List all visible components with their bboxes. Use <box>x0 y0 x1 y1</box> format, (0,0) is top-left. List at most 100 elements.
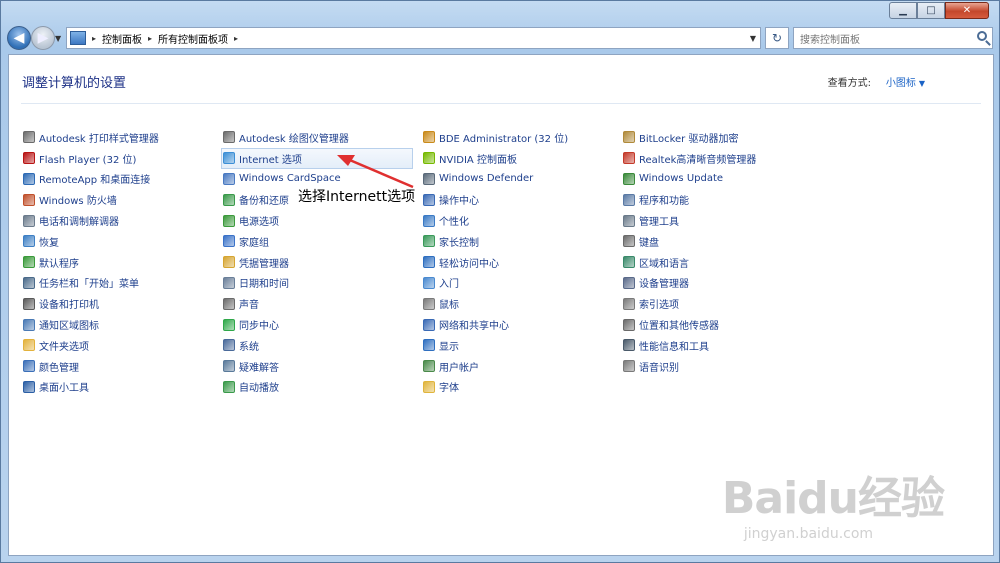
control-panel-item-label: 语音识别 <box>639 362 679 374</box>
control-panel-item[interactable]: 自动播放 <box>223 377 413 398</box>
control-panel-item-label: 备份和还原 <box>239 196 289 208</box>
items-column-4: BitLocker 驱动器加密 Realtek高清晰音频管理器 Windows Up… <box>623 127 756 377</box>
system-icon <box>223 339 235 352</box>
chevron-down-icon[interactable]: ▼ <box>919 79 925 88</box>
notification-icon <box>23 318 35 331</box>
control-panel-item[interactable]: BDE Administrator (32 位) <box>423 127 568 148</box>
control-panel-item-label: 同步中心 <box>239 321 279 333</box>
control-panel-item-label: 显示 <box>439 341 459 353</box>
control-panel-item[interactable]: 管理工具 <box>623 210 756 231</box>
control-panel-item[interactable]: 键盘 <box>623 231 756 252</box>
control-panel-item[interactable]: NVIDIA 控制面板 <box>423 148 568 169</box>
control-panel-item[interactable]: Flash Player (32 位) <box>23 148 159 169</box>
watermark-url: jingyan.baidu.com <box>743 526 874 542</box>
control-panel-item-label: 索引选项 <box>639 300 679 312</box>
view-by-value[interactable]: 小图标 <box>886 78 916 89</box>
indexing-icon <box>623 297 635 310</box>
credential-icon <box>223 256 235 269</box>
breadcrumb-separator[interactable]: ▸ <box>148 34 152 43</box>
control-panel-item[interactable]: 疑难解答 <box>223 356 413 377</box>
control-panel-item[interactable]: 文件夹选项 <box>23 335 159 356</box>
address-dropdown-icon[interactable]: ▼ <box>750 34 756 43</box>
breadcrumb-all-items[interactable]: 所有控制面板项 <box>158 31 228 46</box>
control-panel-item[interactable]: Autodesk 打印样式管理器 <box>23 127 159 148</box>
control-panel-item[interactable]: 日期和时间 <box>223 273 413 294</box>
recent-pages-dropdown[interactable]: ▼ <box>55 34 61 43</box>
address-bar[interactable]: ▸ 控制面板 ▸ 所有控制面板项 ▸ ▼ <box>66 27 761 49</box>
control-panel-item[interactable]: 任务栏和「开始」菜单 <box>23 273 159 294</box>
control-panel-item[interactable]: 设备管理器 <box>623 273 756 294</box>
control-panel-item-label: 轻松访问中心 <box>439 258 499 270</box>
control-panel-item[interactable]: 语音识别 <box>623 356 756 377</box>
control-panel-item[interactable]: 同步中心 <box>223 314 413 335</box>
control-panel-item[interactable]: 区域和语言 <box>623 252 756 273</box>
control-panel-item[interactable]: 位置和其他传感器 <box>623 314 756 335</box>
control-panel-item-label: 恢复 <box>39 237 59 249</box>
control-panel-item[interactable]: 家长控制 <box>423 231 568 252</box>
control-panel-item-label: 自动播放 <box>239 383 279 395</box>
control-panel-item[interactable]: 索引选项 <box>623 293 756 314</box>
control-panel-item[interactable]: RemoteApp 和桌面连接 <box>23 169 159 190</box>
control-panel-item[interactable]: 通知区域图标 <box>23 314 159 335</box>
page-title: 调整计算机的设置 <box>22 76 127 91</box>
control-panel-item[interactable]: 用户帐户 <box>423 356 568 377</box>
control-panel-item[interactable]: 设备和打印机 <box>23 293 159 314</box>
control-panel-item[interactable]: Autodesk 绘图仪管理器 <box>223 127 413 148</box>
control-panel-item-label: NVIDIA 控制面板 <box>439 154 517 166</box>
breadcrumb-separator[interactable]: ▸ <box>234 34 238 43</box>
control-panel-item[interactable]: 家庭组 <box>223 231 413 252</box>
control-panel-item[interactable]: 电源选项 <box>223 210 413 231</box>
control-panel-item[interactable]: 默认程序 <box>23 252 159 273</box>
control-panel-item[interactable]: 字体 <box>423 377 568 398</box>
control-panel-item[interactable]: 电话和调制解调器 <box>23 210 159 231</box>
control-panel-item[interactable]: 操作中心 <box>423 189 568 210</box>
defender-icon <box>423 172 435 185</box>
control-panel-item[interactable]: 个性化 <box>423 210 568 231</box>
control-panel-item[interactable]: 桌面小工具 <box>23 377 159 398</box>
fonts-icon <box>423 380 435 393</box>
refresh-button[interactable]: ↻ <box>765 27 789 49</box>
control-panel-item[interactable]: 声音 <box>223 293 413 314</box>
sync-icon <box>223 318 235 331</box>
breadcrumb-separator[interactable]: ▸ <box>92 34 96 43</box>
control-panel-item[interactable]: 显示 <box>423 335 568 356</box>
control-panel-item[interactable]: 入门 <box>423 273 568 294</box>
search-box[interactable] <box>793 27 993 51</box>
control-panel-item-label: 系统 <box>239 341 259 353</box>
search-input[interactable] <box>798 30 972 51</box>
control-panel-item[interactable]: BitLocker 驱动器加密 <box>623 127 756 148</box>
control-panel-item[interactable]: Realtek高清晰音频管理器 <box>623 148 756 169</box>
back-button[interactable]: ◀ <box>7 26 31 50</box>
backup-icon <box>223 193 235 206</box>
forward-button[interactable]: ▶ <box>31 26 55 50</box>
control-panel-item[interactable]: 凭据管理器 <box>223 252 413 273</box>
navigation-bar: ◀ ▶ ▼ ▸ 控制面板 ▸ 所有控制面板项 ▸ ▼ ↻ <box>1 25 1000 53</box>
view-by-dropdown[interactable]: 小图标 ▼ <box>886 74 925 89</box>
minimize-button[interactable]: ▁ <box>889 2 917 19</box>
control-panel-item[interactable]: 程序和功能 <box>623 189 756 210</box>
clock-icon <box>223 276 235 289</box>
maximize-button[interactable]: □ <box>917 2 945 19</box>
control-panel-item[interactable]: Windows Update <box>623 169 756 190</box>
programs-icon <box>623 193 635 206</box>
control-panel-item[interactable]: 轻松访问中心 <box>423 252 568 273</box>
control-panel-item[interactable]: 网络和共享中心 <box>423 314 568 335</box>
control-panel-item[interactable]: 颜色管理 <box>23 356 159 377</box>
location-icon <box>623 318 635 331</box>
control-panel-item[interactable]: Windows Defender <box>423 169 568 190</box>
control-panel-item-label: 日期和时间 <box>239 279 289 291</box>
control-panel-item-label: BDE Administrator (32 位) <box>439 133 569 145</box>
divider <box>21 103 981 104</box>
control-panel-window: ▁ □ ✕ ◀ ▶ ▼ ▸ 控制面板 ▸ 所有控制面板项 ▸ ▼ ↻ 调整计算机… <box>0 0 1000 563</box>
close-button[interactable]: ✕ <box>945 2 989 19</box>
control-panel-item[interactable]: 恢复 <box>23 231 159 252</box>
parental-control-icon <box>423 235 435 248</box>
control-panel-item[interactable]: 系统 <box>223 335 413 356</box>
breadcrumb-control-panel[interactable]: 控制面板 <box>102 31 142 46</box>
control-panel-item[interactable]: Windows 防火墙 <box>23 189 159 210</box>
bitlocker-icon <box>623 131 635 144</box>
search-icon[interactable] <box>977 31 987 41</box>
control-panel-item[interactable]: 鼠标 <box>423 293 568 314</box>
control-panel-item[interactable]: 性能信息和工具 <box>623 335 756 356</box>
control-panel-item-label: 设备管理器 <box>639 279 689 291</box>
